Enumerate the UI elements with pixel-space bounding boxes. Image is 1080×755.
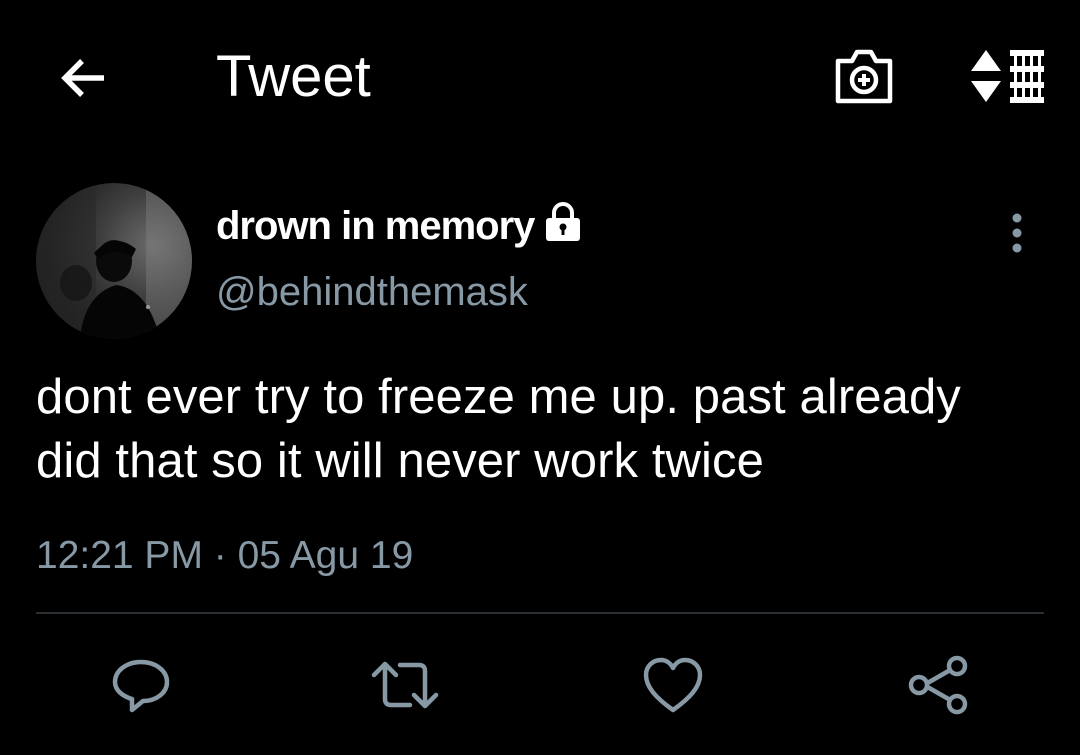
display-name[interactable]: drown in memory xyxy=(216,200,535,252)
back-button[interactable] xyxy=(52,46,116,110)
retweet-button[interactable] xyxy=(370,652,440,718)
arrow-left-icon xyxy=(61,59,104,97)
heart-icon xyxy=(643,657,703,713)
like-button[interactable] xyxy=(638,652,708,718)
camera-plus-icon xyxy=(835,49,893,104)
camera-button[interactable] xyxy=(828,40,900,112)
author-handle[interactable]: @behindthemask xyxy=(216,266,528,318)
share-button[interactable] xyxy=(904,652,974,718)
share-icon xyxy=(908,655,968,715)
tweet-text-line: dont ever try to freeze me up. past alre… xyxy=(36,370,961,424)
tweet-text-line: did that so it will never work twice xyxy=(36,434,764,488)
author-name-row: drown in memory xyxy=(216,198,584,254)
tweet-timestamp[interactable]: 12:21 PM · 05 Agu 19 xyxy=(36,530,413,582)
reply-button[interactable] xyxy=(106,652,176,718)
sort-list-icon xyxy=(971,50,1044,103)
sort-button[interactable] xyxy=(964,40,1054,112)
divider xyxy=(36,612,1044,614)
more-options-button[interactable] xyxy=(994,208,1040,258)
more-vertical-icon xyxy=(1012,213,1022,253)
top-app-bar: Tweet xyxy=(0,0,1080,150)
page-title: Tweet xyxy=(216,44,371,109)
reply-icon xyxy=(112,659,170,713)
lock-icon xyxy=(542,201,584,243)
tweet-text: dont ever try to freeze me up. past alre… xyxy=(36,365,1056,493)
retweet-icon xyxy=(371,661,439,709)
avatar-image xyxy=(36,183,192,339)
avatar[interactable] xyxy=(36,183,192,339)
